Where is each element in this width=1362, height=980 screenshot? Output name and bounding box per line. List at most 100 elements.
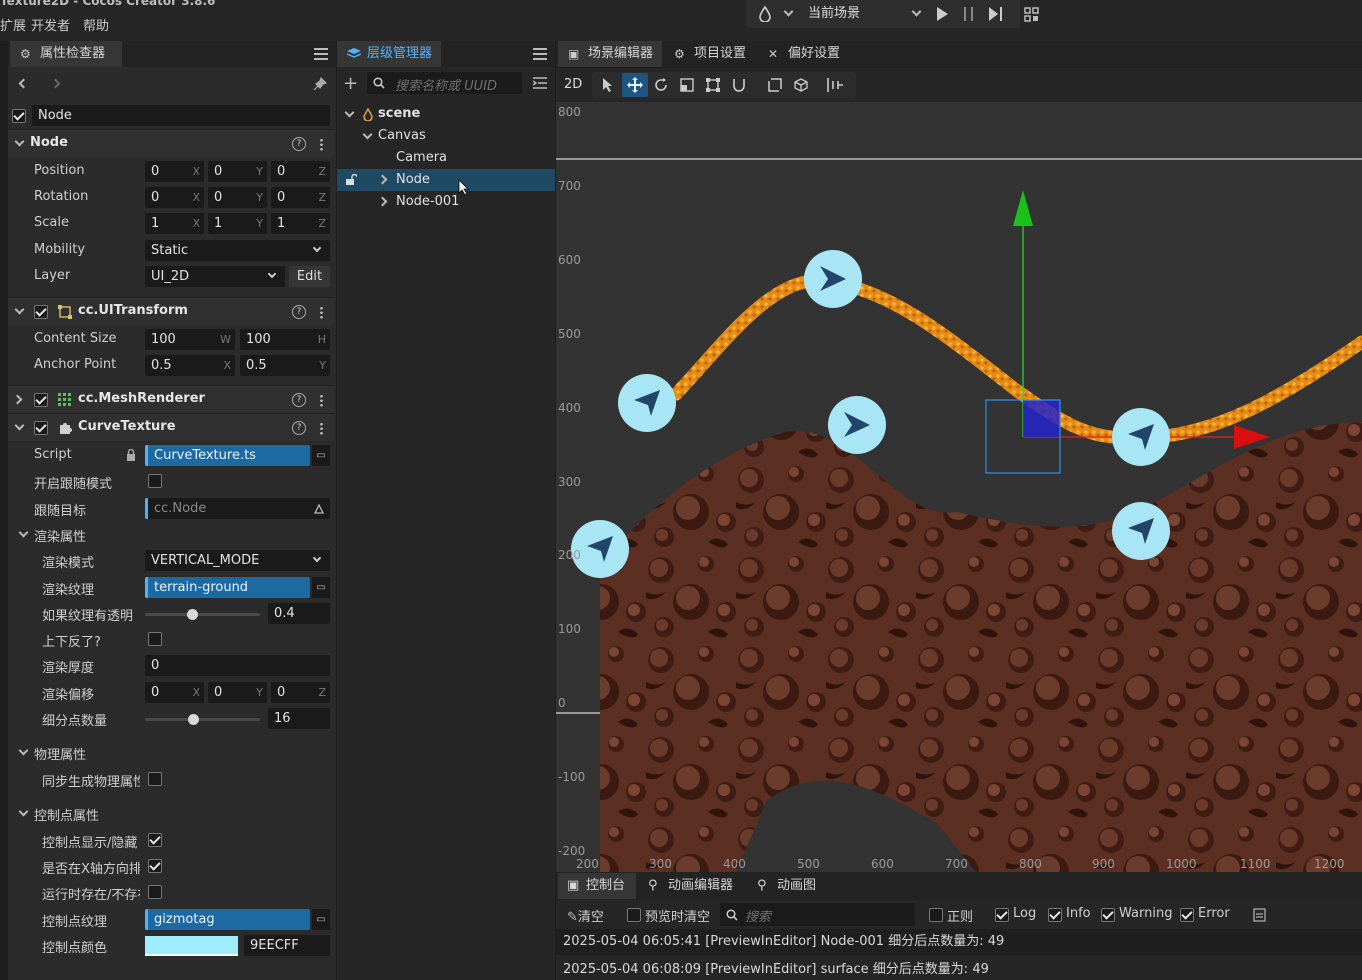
- select-tool-icon[interactable]: [602, 77, 614, 93]
- error-filter-checkbox[interactable]: [1180, 908, 1194, 922]
- control-group-row[interactable]: 控制点属性: [8, 801, 334, 827]
- render-mode-select[interactable]: VERTICAL_MODE: [145, 550, 330, 571]
- control-point[interactable]: [1112, 408, 1170, 466]
- help-icon[interactable]: ?: [292, 305, 306, 319]
- tab-inspector[interactable]: ⚙ 属性检查器: [10, 41, 122, 67]
- uitransform-header[interactable]: cc.UITransform ?: [8, 297, 334, 325]
- rect-tool-icon[interactable]: [706, 78, 720, 92]
- expand-icon[interactable]: [377, 196, 388, 207]
- more-menu-icon[interactable]: [320, 422, 323, 435]
- runtime-checkbox[interactable]: [148, 885, 162, 899]
- gizmo-y-arrow[interactable]: [1013, 190, 1033, 226]
- sync-physics-checkbox[interactable]: [148, 772, 162, 786]
- scene-viewport[interactable]: [556, 102, 1362, 872]
- log-filter-checkbox[interactable]: [995, 908, 1009, 922]
- collapse-icon[interactable]: [14, 304, 25, 315]
- ctrl-texture-asset-field[interactable]: gizmotag: [145, 909, 310, 930]
- offset-x-input[interactable]: 0X: [145, 682, 204, 703]
- transparent-slider[interactable]: [145, 609, 260, 620]
- control-point[interactable]: [1112, 502, 1170, 560]
- step-icon[interactable]: [989, 7, 1003, 21]
- rotation-y-input[interactable]: 0Y: [208, 187, 267, 208]
- layer-edit-button[interactable]: Edit: [289, 266, 330, 287]
- control-point[interactable]: [618, 374, 676, 432]
- qrcode-icon[interactable]: [1024, 7, 1039, 22]
- regex-checkbox[interactable]: [929, 908, 943, 922]
- curvetexture-enabled-checkbox[interactable]: [34, 421, 48, 435]
- info-filter-checkbox[interactable]: [1048, 908, 1062, 922]
- render-group-row[interactable]: 渲染属性: [8, 522, 334, 548]
- warning-filter-checkbox[interactable]: [1101, 908, 1115, 922]
- follow-target-field[interactable]: cc.Node: [145, 498, 330, 519]
- curvetexture-header[interactable]: CurveTexture ?: [8, 413, 334, 441]
- panel-menu-icon[interactable]: [533, 48, 547, 60]
- scene-select[interactable]: 当前场景: [800, 0, 924, 28]
- slider-knob[interactable]: [188, 714, 199, 725]
- script-asset-field[interactable]: CurveTexture.ts: [145, 445, 310, 466]
- slider-knob[interactable]: [186, 609, 198, 620]
- tab-hierarchy[interactable]: 层级管理器: [337, 41, 441, 67]
- meshrenderer-enabled-checkbox[interactable]: [34, 393, 48, 407]
- subdiv-slider[interactable]: [145, 714, 260, 725]
- back-arrow-icon[interactable]: [18, 78, 29, 89]
- add-node-icon[interactable]: +: [343, 73, 358, 94]
- expand-icon[interactable]: [12, 394, 23, 405]
- scale-y-input[interactable]: 1Y: [208, 213, 267, 234]
- tree-item-node[interactable]: Node: [337, 169, 555, 196]
- unlock-icon[interactable]: [345, 174, 357, 186]
- collapse-icon[interactable]: [18, 806, 29, 817]
- forward-arrow-icon[interactable]: [50, 78, 61, 89]
- anchor-x-input[interactable]: 0.5 X: [145, 355, 235, 376]
- more-menu-icon[interactable]: [320, 394, 323, 407]
- layer-select[interactable]: UI_2D: [145, 266, 285, 287]
- content-size-h-input[interactable]: 100 H: [240, 329, 330, 350]
- scale-x-input[interactable]: 1X: [145, 213, 204, 234]
- scale-z-input[interactable]: 1Z: [271, 213, 330, 234]
- asset-locate-icon[interactable]: ▭: [312, 909, 330, 930]
- asset-locate-icon[interactable]: ▭: [312, 445, 330, 466]
- x-axis-sort-checkbox[interactable]: [148, 859, 162, 873]
- offset-y-input[interactable]: 0Y: [208, 682, 267, 703]
- snap-magnet-icon[interactable]: [733, 78, 745, 92]
- render-texture-asset-field[interactable]: terrain-ground: [145, 577, 310, 598]
- menu-extensions[interactable]: 扩展: [0, 15, 26, 34]
- rotation-x-input[interactable]: 0X: [145, 187, 204, 208]
- pin-icon[interactable]: [313, 77, 327, 91]
- position-z-input[interactable]: 0Z: [271, 161, 330, 182]
- node-active-checkbox[interactable]: [12, 109, 26, 123]
- tab-preferences[interactable]: ✕ 偏好设置: [758, 41, 852, 67]
- collapse-icon[interactable]: [14, 136, 25, 147]
- rotation-z-input[interactable]: 0Z: [271, 187, 330, 208]
- mobility-select[interactable]: Static: [145, 240, 330, 261]
- collapse-icon[interactable]: [18, 527, 29, 538]
- platform-dropdown-icon[interactable]: [783, 6, 794, 17]
- pivot-icon[interactable]: [794, 78, 808, 92]
- rotate-tool-icon[interactable]: [654, 78, 668, 92]
- ctrl-color-hex-input[interactable]: 9EECFF: [244, 935, 330, 956]
- menu-help[interactable]: 帮助: [83, 15, 109, 34]
- tree-item-scene[interactable]: scene: [337, 103, 555, 125]
- position-y-input[interactable]: 0Y: [208, 161, 267, 182]
- flip-checkbox[interactable]: [148, 632, 162, 646]
- content-size-w-input[interactable]: 100 W: [145, 329, 235, 350]
- more-menu-icon[interactable]: [320, 138, 323, 151]
- tab-animation-editor[interactable]: ⚲ 动画编辑器: [648, 873, 733, 899]
- uitransform-enabled-checkbox[interactable]: [34, 305, 48, 319]
- physics-group-row[interactable]: 物理属性: [8, 740, 334, 766]
- transparent-input[interactable]: 0.4: [268, 603, 330, 624]
- menu-developer[interactable]: 开发者: [31, 15, 70, 34]
- subdiv-input[interactable]: 16: [268, 708, 330, 729]
- tab-animation-graph[interactable]: ⚲ 动画图: [757, 873, 816, 899]
- open-log-file-icon[interactable]: [1253, 908, 1266, 922]
- platform-icon[interactable]: [759, 6, 771, 22]
- control-point[interactable]: [804, 250, 862, 308]
- tree-item-canvas[interactable]: Canvas: [337, 125, 555, 147]
- align-tools-icon[interactable]: [826, 78, 844, 92]
- console-search-input[interactable]: 搜索: [720, 903, 915, 926]
- show-ctrl-checkbox[interactable]: [148, 833, 162, 847]
- position-x-input[interactable]: 0X: [145, 161, 204, 182]
- collapse-icon[interactable]: [18, 745, 29, 756]
- local-space-icon[interactable]: [768, 78, 782, 92]
- offset-z-input[interactable]: 0Z: [271, 682, 330, 703]
- gizmo-xy-plane[interactable]: [1023, 400, 1060, 437]
